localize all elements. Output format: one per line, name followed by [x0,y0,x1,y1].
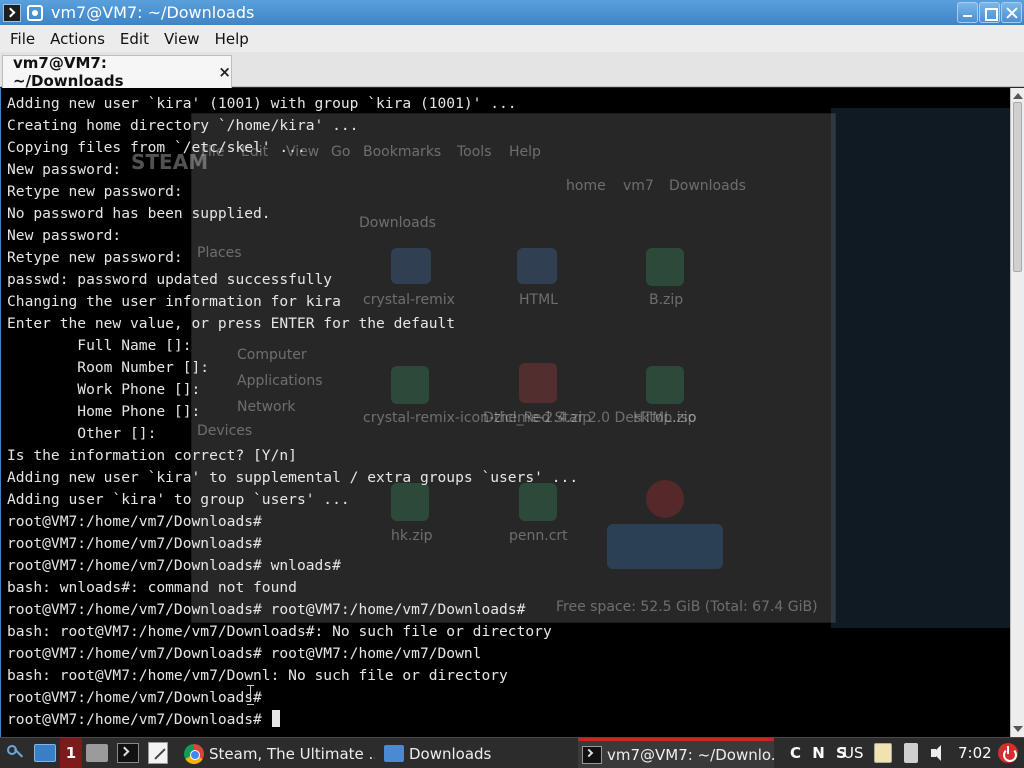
file-manager-launcher-icon[interactable] [86,744,108,762]
terminal-line: Changing the user information for kira [7,293,341,310]
background-steam-window [831,108,1010,628]
task-steam-browser[interactable]: Steam, The Ultimate ... [180,738,375,768]
terminal-line: Home Phone []: [7,403,201,420]
ghost-breadcrumb-vm7: vm7 [623,178,654,194]
terminal-line: bash: root@VM7:/home/vm7/Downloads#: No … [7,623,552,640]
menu-file[interactable]: File [5,30,40,48]
volume-icon[interactable] [930,743,948,763]
text-editor-launcher-icon[interactable] [148,742,168,764]
terminal-line: root@VM7:/home/vm7/Downloads# root@VM7:/… [7,601,526,618]
terminal-scrollbar[interactable] [1010,88,1024,737]
terminal-line: root@VM7:/home/vm7/Downloads# wnloads# [7,557,341,574]
workspace-switcher[interactable]: 1 [60,738,82,768]
terminal-line: root@VM7:/home/vm7/Downloads# [7,535,262,552]
terminal-line: Other []: [7,425,157,442]
terminal-line: bash: root@VM7:/home/vm7/Downl: No such … [7,667,508,684]
menu-actions[interactable]: Actions [45,30,110,48]
power-icon[interactable] [998,743,1018,763]
task-terminal[interactable]: vm7@VM7: ~/Downlo... [578,738,774,768]
terminal-line: Retype new password: [7,249,183,266]
terminal-line: Work Phone []: [7,381,201,398]
terminal-view[interactable]: File Edit View Go Bookmarks Tools Help h… [0,88,1010,737]
menu-edit[interactable]: Edit [115,30,154,48]
start-menu-icon[interactable] [4,743,26,765]
task-label: vm7@VM7: ~/Downlo... [607,746,774,764]
text-cursor-icon [247,685,255,705]
scrollbar-thumb[interactable] [1013,102,1022,272]
scroll-up-icon[interactable] [1013,93,1023,99]
clock[interactable]: 7:02 [958,738,992,768]
terminal-line: root@VM7:/home/vm7/Downloads# [7,709,578,731]
maximize-button[interactable] [979,2,1000,23]
ghost-selected-file [607,524,723,569]
scroll-down-icon[interactable] [1013,726,1023,732]
task-downloads[interactable]: Downloads [380,738,570,768]
ghost-breadcrumb-downloads: Downloads [669,178,746,194]
ghost-file-html-zip: HTML.zip [633,410,697,426]
terminal-line: Full Name []: [7,337,192,354]
folder-icon [384,745,404,762]
window-titlebar[interactable]: vm7@VM7: ~/Downloads [0,0,1024,25]
terminal-line: root@VM7:/home/vm7/Downloads# [7,689,262,706]
close-button[interactable] [1001,2,1022,23]
terminal-line: Adding new user `kira' (1001) with group… [7,95,517,112]
terminal-line: Enter the new value, or press ENTER for … [7,315,456,332]
tab-terminal[interactable]: vm7@VM7: ~/Downloads × [2,54,232,90]
ghost-status-free-space: Free space: 52.5 GiB (Total: 67.4 GiB) [556,599,818,615]
terminal-line: Creating home directory `/home/kira' ... [7,117,359,134]
terminal-line: passwd: password updated successfully [7,271,333,288]
ghost-archive-icon [646,366,684,404]
terminal-line: No password has been supplied. [7,205,271,222]
terminal-icon [582,746,602,764]
keyboard-indicators[interactable]: C N S [790,738,850,768]
ghost-app-icon [646,480,684,518]
task-label: Steam, The Ultimate ... [209,744,375,763]
terminal-output: Adding new user `kira' (1001) with group… [7,93,578,731]
window-title: vm7@VM7: ~/Downloads [51,3,255,22]
terminal-line: bash: wnloads#: command not found [7,579,297,596]
chrome-icon [184,743,204,764]
keyboard-layout[interactable]: US [843,738,864,768]
tab-label: vm7@VM7: ~/Downloads [13,54,124,90]
minimize-button[interactable] [957,2,978,23]
terminal-launcher-icon[interactable] [117,743,139,763]
taskbar: 1 Steam, The Ultimate ... Downloads vm7@… [0,737,1024,768]
menu-help[interactable]: Help [210,30,254,48]
terminal-line: Room Number []: [7,359,210,376]
terminal-line: root@VM7:/home/vm7/Downloads# [7,513,262,530]
terminal-app-icon[interactable] [3,3,21,22]
show-desktop-icon[interactable] [34,744,56,762]
clipboard-icon[interactable] [874,743,892,763]
tab-close-icon[interactable]: × [218,63,231,81]
terminal-line: New password: [7,161,122,178]
terminal-line: Adding new user `kira' to supplemental /… [7,469,579,486]
usb-device-icon[interactable] [904,743,918,763]
terminal-cursor [271,710,280,727]
window-controls [957,2,1022,23]
task-label: Downloads [409,744,492,763]
menu-view[interactable]: View [159,30,205,48]
terminal-line: Adding user `kira' to group `users' ... [7,491,350,508]
terminal-line: Retype new password: [7,183,183,200]
tab-bar: vm7@VM7: ~/Downloads × [0,52,1024,90]
terminal-line: New password: [7,227,122,244]
menubar: File Actions Edit View Help [0,25,1024,52]
terminal-line: root@VM7:/home/vm7/Downloads# root@VM7:/… [7,645,482,662]
sticky-window-icon[interactable] [27,4,43,21]
ghost-archive-icon [646,248,684,286]
ghost-file-b-zip: B.zip [649,292,684,308]
terminal-line: Copying files from `/etc/skel' ... [7,139,306,156]
terminal-line: Is the information correct? [Y/n] [7,447,297,464]
